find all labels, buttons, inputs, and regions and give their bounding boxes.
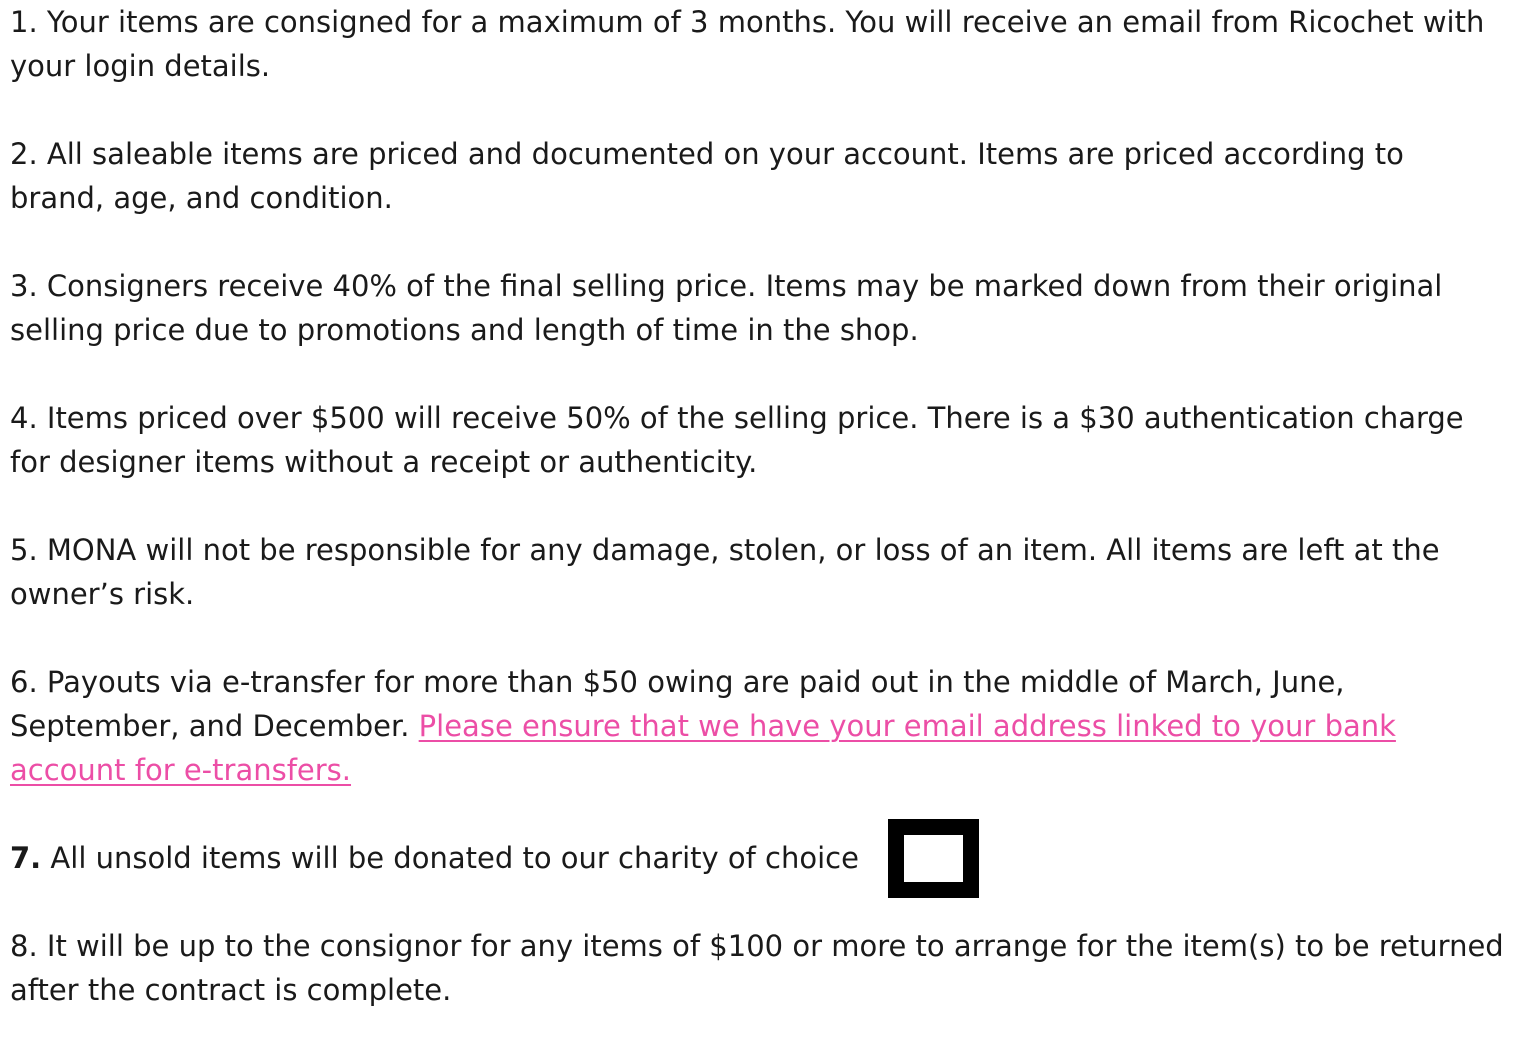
term-2: 2. All saleable items are priced and doc…: [10, 137, 1404, 215]
term-6: 6. Payouts via e-transfer for more than …: [10, 660, 1505, 792]
term-7-text-wrap: 7. All unsold items will be donated to o…: [10, 836, 859, 880]
term-7-number: 7.: [10, 841, 42, 875]
term-7-text: All unsold items will be donated to our …: [50, 841, 859, 875]
term-3: 3. Consigners receive 40% of the final s…: [10, 269, 1443, 347]
term-4: 4. Items priced over $500 will receive 5…: [10, 401, 1464, 479]
term-5: 5. MONA will not be responsible for any …: [10, 533, 1440, 611]
term-8: 8. It will be up to the consignor for an…: [10, 929, 1504, 1007]
donate-unsold-checkbox[interactable]: [887, 818, 979, 898]
term-7: 7. All unsold items will be donated to o…: [10, 818, 1505, 898]
term-1: 1. Your items are consigned for a maximu…: [10, 5, 1485, 83]
terms-list: 1. Your items are consigned for a maximu…: [10, 0, 1505, 1056]
